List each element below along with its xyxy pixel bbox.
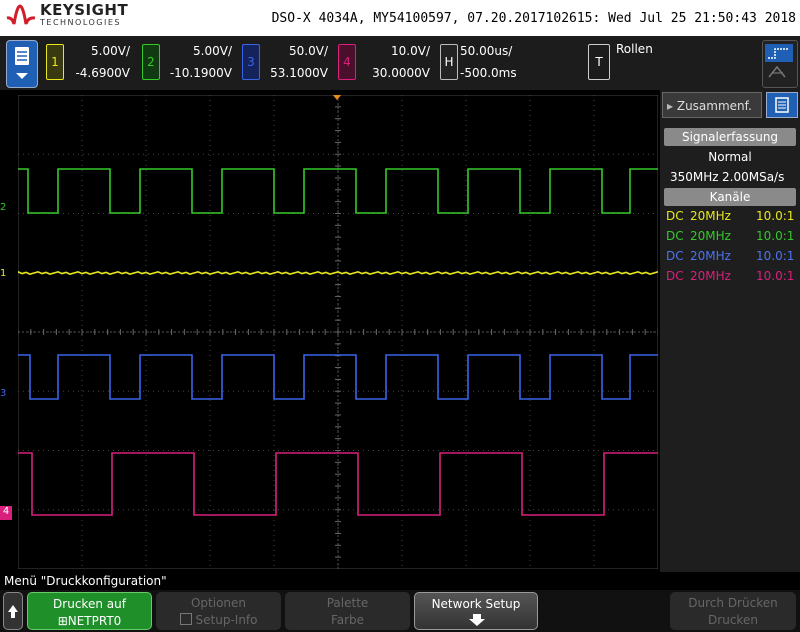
trigger-settings-button[interactable] bbox=[762, 40, 798, 88]
channel-4-button[interactable]: 4 bbox=[338, 44, 356, 80]
press-to-print-value: Drucken bbox=[708, 613, 758, 627]
keysight-logo-icon bbox=[6, 4, 36, 25]
print-to-label: Drucken auf bbox=[53, 597, 126, 611]
channel-3-ground-marker[interactable]: 3 bbox=[0, 388, 6, 399]
palette-softkey[interactable]: Palette Farbe bbox=[285, 592, 410, 630]
channel-2-ground-marker[interactable]: 2 bbox=[0, 202, 6, 213]
channel-3-scale: 50.0V/ bbox=[289, 44, 328, 58]
menu-icon bbox=[15, 47, 29, 79]
panel-channel-3-row: DC 20MHz 10.0:1 bbox=[666, 249, 795, 263]
channel-2-button[interactable]: 2 bbox=[142, 44, 160, 80]
menu-caption: Menü "Druckkonfiguration" bbox=[4, 574, 167, 588]
channel-2-scale: 5.00V/ bbox=[193, 44, 232, 58]
main-menu-button[interactable] bbox=[6, 40, 38, 88]
channels-header: Kanäle bbox=[664, 188, 796, 206]
setup-info-label: Setup-Info bbox=[195, 613, 258, 627]
menu-up-button[interactable] bbox=[3, 592, 23, 630]
channel-2-offset: -10.1900V bbox=[169, 66, 232, 80]
channel-3-offset: 53.1000V bbox=[270, 66, 328, 80]
up-arrow-icon bbox=[8, 605, 18, 618]
sample-rate-value: 2.00MSa/s bbox=[722, 170, 785, 184]
list-icon bbox=[775, 97, 789, 113]
down-arrow-icon bbox=[469, 614, 485, 626]
acquisition-header: Signalerfassung bbox=[664, 128, 796, 146]
options-label: Optionen bbox=[190, 596, 247, 610]
tab-arrow-icon: ▸ bbox=[667, 99, 677, 113]
timebase-scale: 50.00us/ bbox=[460, 44, 513, 58]
trigger-edge-icon bbox=[765, 44, 793, 78]
panel-channel-2-row: DC 20MHz 10.0:1 bbox=[666, 229, 795, 243]
channel-1-ground-marker[interactable]: 1 bbox=[0, 268, 6, 279]
channel-1-scale: 5.00V/ bbox=[91, 44, 130, 58]
channel-4-scale: 10.0V/ bbox=[391, 44, 430, 58]
setup-info-checkbox[interactable] bbox=[179, 613, 192, 625]
brand-subtitle: TECHNOLOGIES bbox=[40, 18, 121, 27]
instrument-title: DSO-X 4034A, MY54100597, 07.20.201710261… bbox=[271, 11, 796, 26]
network-printer-icon: ⊞ bbox=[57, 614, 68, 628]
palette-value: Farbe bbox=[330, 613, 365, 627]
summary-tab-label: Zusammenf. bbox=[676, 99, 752, 113]
summary-tab[interactable]: ▸ Zusammenf. bbox=[662, 92, 762, 118]
horizontal-button[interactable]: H bbox=[440, 44, 458, 80]
print-to-softkey[interactable]: Drucken auf ⊞NETPRT0 bbox=[27, 592, 152, 630]
channel-4-offset: 30.0000V bbox=[372, 66, 430, 80]
network-setup-label: Network Setup bbox=[431, 597, 521, 611]
palette-label: Palette bbox=[326, 596, 369, 610]
channel-1-button[interactable]: 1 bbox=[46, 44, 64, 80]
trigger-button[interactable]: T bbox=[588, 44, 610, 80]
channel-3-button[interactable]: 3 bbox=[242, 44, 260, 80]
panel-channel-4-row: DC 20MHz 10.0:1 bbox=[666, 269, 795, 283]
waveform-display[interactable] bbox=[18, 95, 658, 569]
bandwidth-value: 350MHz bbox=[670, 170, 719, 184]
print-to-value: NETPRT0 bbox=[67, 614, 122, 628]
panel-channel-1-row: DC 20MHz 10.0:1 bbox=[666, 209, 795, 223]
press-to-print-softkey[interactable]: Durch Drücken Drucken bbox=[670, 592, 796, 630]
timebase-delay: -500.0ms bbox=[460, 66, 517, 80]
trigger-mode: Rollen bbox=[616, 42, 653, 56]
acquisition-mode: Normal bbox=[708, 150, 752, 164]
channel-1-offset: -4.6900V bbox=[75, 66, 130, 80]
brand-name: KEYSIGHT bbox=[40, 1, 129, 19]
press-to-print-label: Durch Drücken bbox=[688, 596, 778, 610]
channel-4-ground-marker[interactable]: 4 bbox=[0, 506, 12, 520]
panel-menu-button[interactable] bbox=[766, 92, 798, 118]
options-softkey[interactable]: Optionen Setup-Info bbox=[156, 592, 281, 630]
network-setup-softkey[interactable]: Network Setup bbox=[414, 592, 538, 630]
